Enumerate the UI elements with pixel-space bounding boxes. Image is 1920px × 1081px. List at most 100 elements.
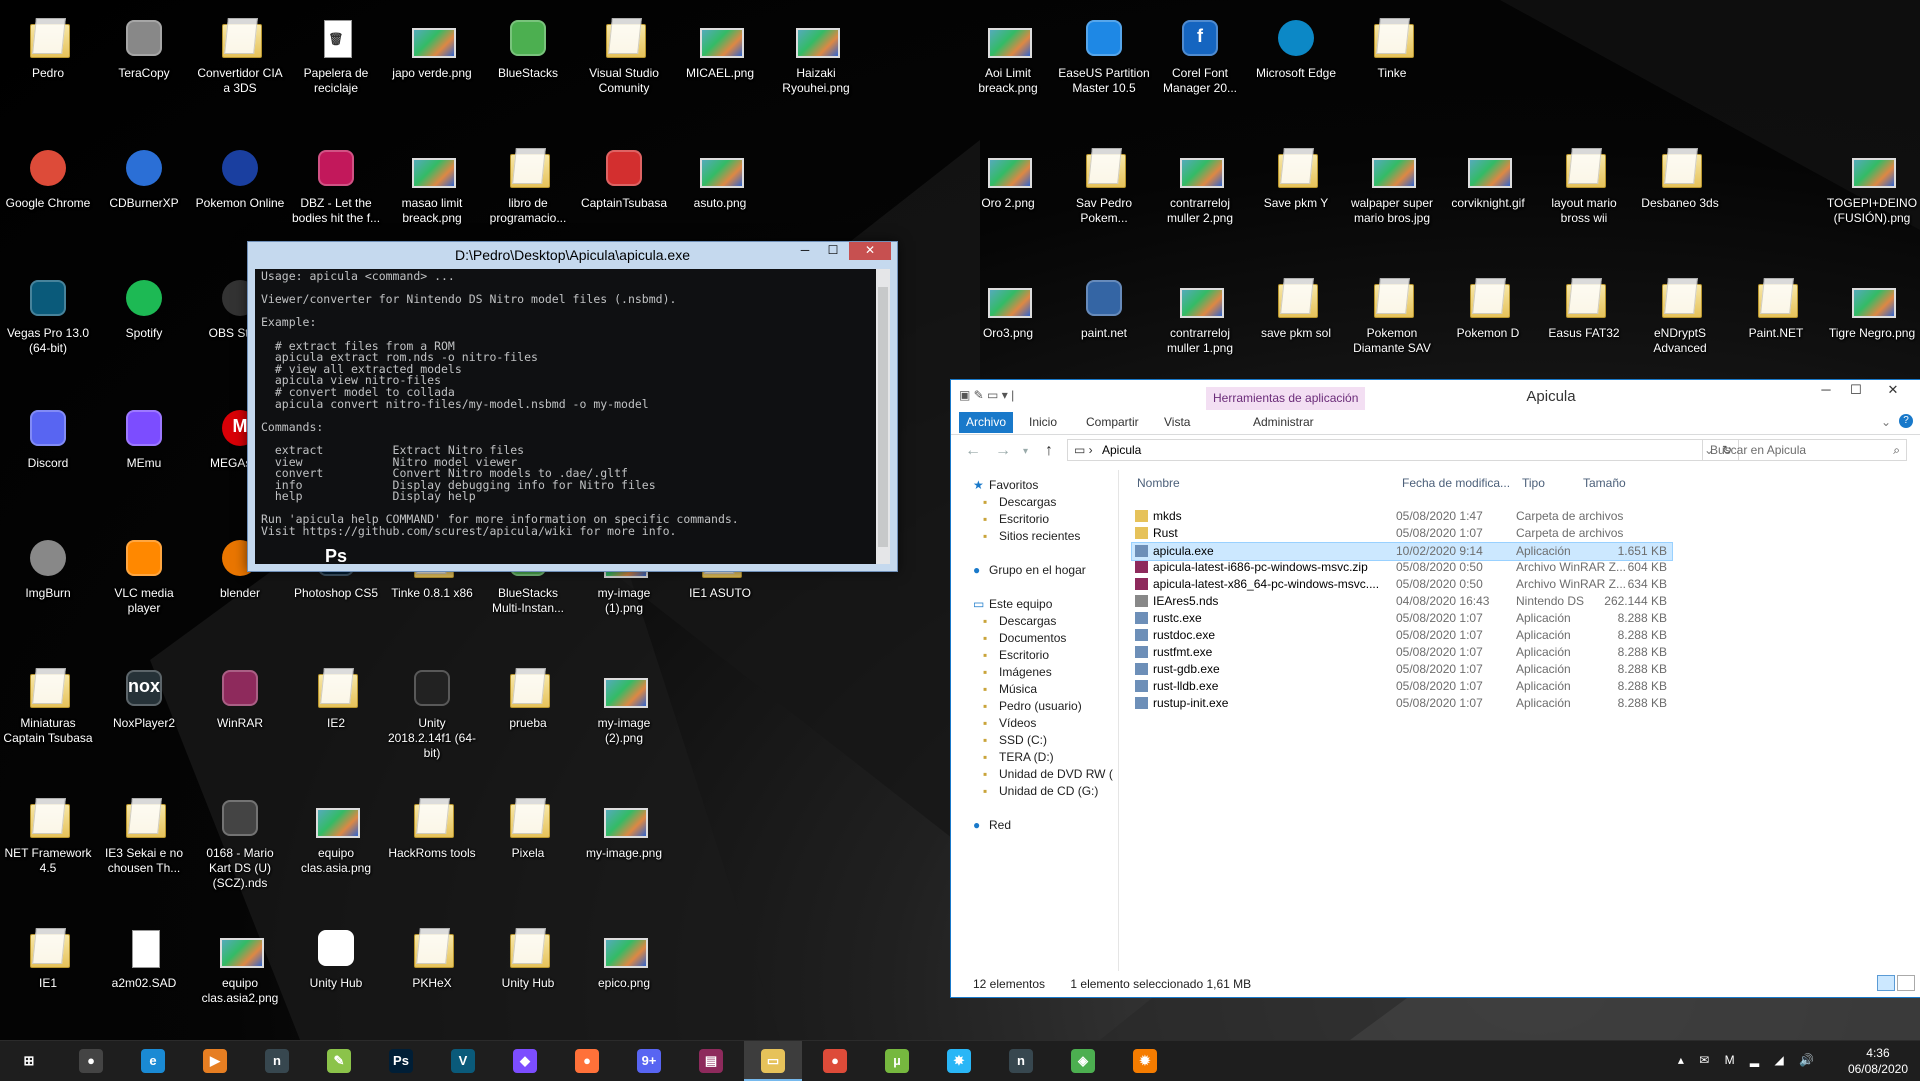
- taskbar-chrome[interactable]: ●: [806, 1041, 864, 1081]
- back-icon[interactable]: ←: [965, 442, 981, 460]
- desktop-icon[interactable]: walpaper super mario bros.jpg: [1344, 138, 1440, 226]
- taskbar-nox-2[interactable]: n: [992, 1041, 1050, 1081]
- nav-item[interactable]: ● Red: [973, 818, 1011, 832]
- desktop-icon[interactable]: PKHeX: [384, 918, 480, 991]
- nav-item[interactable]: ▪ SSD (C:): [983, 733, 1047, 747]
- desktop-icon[interactable]: nox NoxPlayer2: [96, 658, 192, 731]
- nav-item[interactable]: ● Grupo en el hogar: [973, 563, 1086, 577]
- desktop-icon[interactable]: paint.net: [1056, 268, 1152, 341]
- desktop-icon[interactable]: Unity Hub: [288, 918, 384, 991]
- large-icons-view-icon[interactable]: [1897, 975, 1915, 991]
- recent-locations-icon[interactable]: ▾: [1023, 446, 1028, 457]
- nav-item[interactable]: ▪ Documentos: [983, 631, 1066, 645]
- forward-icon[interactable]: →: [995, 442, 1011, 460]
- tab-administrar[interactable]: Administrar: [1253, 412, 1314, 433]
- desktop-icon[interactable]: IE1: [0, 918, 96, 991]
- nav-item[interactable]: ▭ Este equipo: [973, 597, 1052, 611]
- taskbar-memu[interactable]: ◆: [496, 1041, 554, 1081]
- maximize-button[interactable]: ☐: [1841, 380, 1871, 402]
- desktop-icon[interactable]: layout mario bross wii: [1536, 138, 1632, 226]
- desktop-icon[interactable]: VLC media player: [96, 528, 192, 616]
- nav-item[interactable]: ▪ Unidad de CD (G:): [983, 784, 1098, 798]
- nav-item[interactable]: ▪ Música: [983, 682, 1037, 696]
- scrollbar-thumb[interactable]: [878, 287, 888, 547]
- file-row[interactable]: rustup-init.exe 05/08/2020 1:07 Aplicación…: [1132, 695, 1672, 712]
- desktop-icon[interactable]: CDBurnerXP: [96, 138, 192, 211]
- desktop-icon[interactable]: 🗑 Papelera de reciclaje: [288, 8, 384, 96]
- desktop-icon[interactable]: save pkm sol: [1248, 268, 1344, 341]
- taskbar-pinwheel[interactable]: ✸: [930, 1041, 988, 1081]
- console-window[interactable]: D:\Pedro\Desktop\Apicula\apicula.exe ─ ☐…: [247, 241, 898, 572]
- file-row[interactable]: rust-gdb.exe 05/08/2020 1:07 Aplicación 8.2…: [1132, 661, 1672, 678]
- desktop-icon[interactable]: libro de programacio...: [480, 138, 576, 226]
- file-row[interactable]: rustc.exe 05/08/2020 1:07 Aplicación 8.288 …: [1132, 610, 1672, 627]
- system-tray[interactable]: ▴ ✉ M ▂ ◢ 🔊: [1678, 1053, 1820, 1067]
- desktop-icon[interactable]: Oro 2.png: [960, 138, 1056, 211]
- up-icon[interactable]: ↑: [1045, 442, 1053, 460]
- console-output[interactable]: Usage: apicula <command> ... Viewer/conv…: [255, 269, 890, 564]
- desktop-icon[interactable]: equipo clas.asia2.png: [192, 918, 288, 1006]
- desktop-icon[interactable]: corviknight.gif: [1440, 138, 1536, 211]
- column-size[interactable]: Tamaño: [1583, 476, 1626, 490]
- desktop-icon[interactable]: asuto.png: [672, 138, 768, 211]
- desktop-icon[interactable]: Vegas Pro 13.0 (64-bit): [0, 268, 96, 356]
- desktop-icon[interactable]: eNDryptS Advanced: [1632, 268, 1728, 356]
- nav-item[interactable]: ▪ Escritorio: [983, 648, 1049, 662]
- desktop-icon[interactable]: 0168 - Mario Kart DS (U)(SCZ).nds: [192, 788, 288, 891]
- desktop-icon[interactable]: masao limit breack.png: [384, 138, 480, 226]
- taskbar-vegas[interactable]: V: [434, 1041, 492, 1081]
- taskbar-file-explorer[interactable]: ▭: [744, 1041, 802, 1081]
- taskbar-photoshop[interactable]: Ps: [372, 1041, 430, 1081]
- desktop-icon[interactable]: Save pkm Y: [1248, 138, 1344, 211]
- desktop-icon[interactable]: Haizaki Ryouhei.png: [768, 8, 864, 96]
- file-row[interactable]: rust-lldb.exe 05/08/2020 1:07 Aplicación 8.…: [1132, 678, 1672, 695]
- taskbar-winrar[interactable]: ▤: [682, 1041, 740, 1081]
- file-row[interactable]: apicula-latest-i686-pc-windows-msvc.zip 0…: [1132, 559, 1672, 576]
- close-button[interactable]: ✕: [849, 242, 891, 260]
- desktop-icon[interactable]: prueba: [480, 658, 576, 731]
- taskbar-media-player[interactable]: ▶: [186, 1041, 244, 1081]
- taskbar-start-button[interactable]: ⊞: [0, 1041, 58, 1081]
- taskbar-bluestacks[interactable]: ◈: [1054, 1041, 1112, 1081]
- taskbar-obs[interactable]: ●: [62, 1041, 120, 1081]
- desktop-icon[interactable]: Miniaturas Captain Tsubasa: [0, 658, 96, 746]
- desktop-icon[interactable]: Pokemon D: [1440, 268, 1536, 341]
- column-name[interactable]: Nombre: [1137, 476, 1180, 490]
- desktop-icon[interactable]: NET Framework 4.5: [0, 788, 96, 876]
- explorer-titlebar[interactable]: ▣ ✎ ▭ ▾ | Herramientas de aplicación Api…: [951, 380, 1920, 410]
- maximize-button[interactable]: ☐: [819, 242, 847, 260]
- nav-item[interactable]: ▪ TERA (D:): [983, 750, 1054, 764]
- desktop-icon[interactable]: MEmu: [96, 398, 192, 471]
- file-row[interactable]: IEAres5.nds 04/08/2020 16:43 Nintendo DS 26…: [1132, 593, 1672, 610]
- console-scrollbar[interactable]: [876, 269, 890, 564]
- close-button[interactable]: ✕: [1873, 380, 1913, 402]
- tab-inicio[interactable]: Inicio: [1029, 412, 1057, 433]
- nav-item[interactable]: ▪ Unidad de DVD RW (: [983, 767, 1113, 781]
- taskbar-settings-app[interactable]: ✹: [1116, 1041, 1174, 1081]
- desktop-icon[interactable]: Discord: [0, 398, 96, 471]
- desktop-icon[interactable]: Pedro: [0, 8, 96, 81]
- desktop-icon[interactable]: a2m02.SAD: [96, 918, 192, 991]
- desktop-icon[interactable]: Sav Pedro Pokem...: [1056, 138, 1152, 226]
- tab-archivo[interactable]: Archivo: [959, 412, 1013, 433]
- nav-item[interactable]: ▪ Imágenes: [983, 665, 1052, 679]
- desktop-icon[interactable]: Spotify: [96, 268, 192, 341]
- taskbar-utorrent[interactable]: µ: [868, 1041, 926, 1081]
- console-titlebar[interactable]: D:\Pedro\Desktop\Apicula\apicula.exe ─ ☐…: [248, 242, 897, 268]
- tab-compartir[interactable]: Compartir: [1086, 412, 1139, 433]
- desktop-icon[interactable]: WinRAR: [192, 658, 288, 731]
- desktop-icon[interactable]: my-image (2).png: [576, 658, 672, 746]
- desktop-icon[interactable]: BlueStacks: [480, 8, 576, 81]
- desktop-icon[interactable]: my-image.png: [576, 788, 672, 861]
- nav-item[interactable]: ★ Favoritos: [973, 478, 1038, 492]
- desktop-icon[interactable]: Microsoft Edge: [1248, 8, 1344, 81]
- desktop-icon[interactable]: CaptainTsubasa: [576, 138, 672, 211]
- desktop-icon[interactable]: contrarreloj muller 2.png: [1152, 138, 1248, 226]
- desktop-icon[interactable]: Easus FAT32: [1536, 268, 1632, 341]
- desktop-icon[interactable]: ImgBurn: [0, 528, 96, 601]
- desktop-icon[interactable]: Google Chrome: [0, 138, 96, 211]
- desktop-icon[interactable]: TOGEPI+DEINO (FUSIÓN).png: [1824, 138, 1920, 226]
- desktop-icon[interactable]: MICAEL.png: [672, 8, 768, 81]
- desktop-icon[interactable]: Aoi Limit breack.png: [960, 8, 1056, 96]
- desktop-icon[interactable]: Tigre Negro.png: [1824, 268, 1920, 341]
